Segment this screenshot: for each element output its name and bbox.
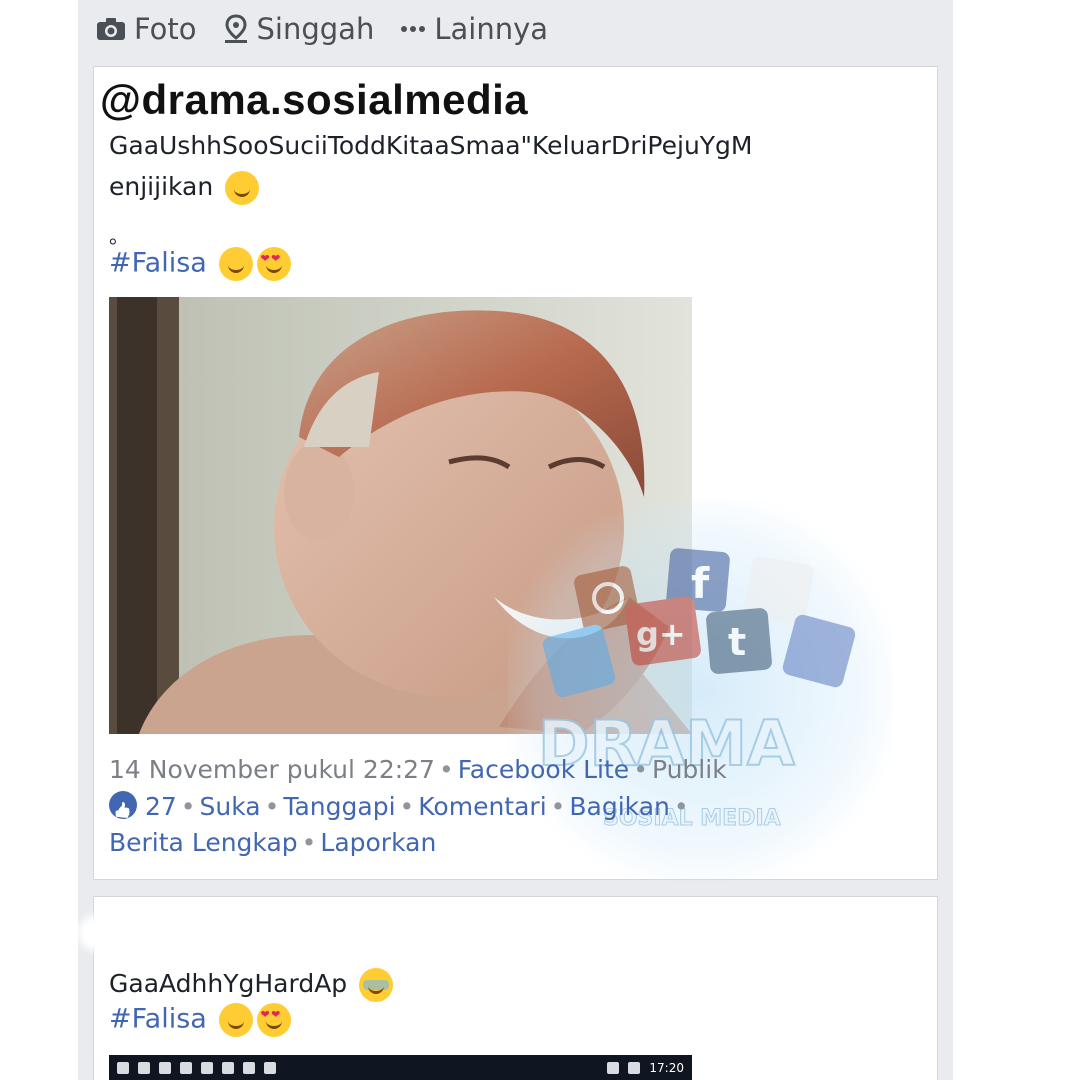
app-icon [243, 1061, 255, 1074]
like-count[interactable]: 27 [145, 792, 177, 821]
hashtag-text: #Falisa [109, 247, 207, 279]
kissing-face-emoji [219, 247, 254, 281]
whatsapp-icon [138, 1061, 150, 1074]
share-action[interactable]: Bagikan [569, 792, 670, 821]
blurred-author-name [78, 915, 268, 951]
smiling-face-emoji [225, 171, 260, 205]
photo-button[interactable]: Foto [96, 12, 197, 46]
checkin-label: Singgah [256, 12, 375, 46]
app-icon [264, 1061, 276, 1074]
photo-label: Foto [134, 12, 197, 46]
watermark-handle: @drama.sosialmedia [100, 76, 529, 123]
post-text-line: GaaUshhSooSuciiToddKitaaSmaa"KeluarDriPe… [109, 131, 753, 160]
status-clock: 17:20 [649, 1060, 684, 1075]
hashtag-link[interactable]: #Falisa [109, 1003, 292, 1037]
camera-icon [97, 18, 125, 40]
separator: • [399, 792, 415, 821]
post-video-thumbnail[interactable]: 17:20 [109, 1055, 692, 1080]
composer-bar: Foto Singgah Lainnya [78, 0, 953, 58]
more-label: Lainnya [434, 12, 549, 46]
post-photo[interactable] [109, 297, 692, 734]
kissing-face-emoji [219, 1003, 254, 1037]
comment-action[interactable]: Komentari [418, 792, 546, 821]
signal-icon [117, 1061, 129, 1074]
instagram-icon [222, 1061, 234, 1074]
report-action[interactable]: Laporkan [320, 828, 436, 857]
post-actions: 27•Suka•Tanggapi•Komentari•Bagikan• [109, 789, 693, 825]
privacy-label: Publik [651, 755, 727, 784]
separator: • [301, 828, 317, 857]
post-text-fragment: enjijikan [109, 172, 214, 201]
react-action[interactable]: Tanggapi [283, 792, 395, 821]
separator: • [633, 755, 648, 784]
tears-of-joy-emoji [359, 968, 394, 1002]
separator: • [264, 792, 280, 821]
post-timestamp[interactable]: 14 November pukul 22:27 [109, 755, 435, 784]
separator: • [550, 792, 566, 821]
instagram-icon [201, 1061, 213, 1074]
checkin-button[interactable]: Singgah [223, 12, 375, 46]
more-button[interactable]: Lainnya [400, 12, 548, 46]
photo-image [109, 297, 692, 734]
shield-icon [159, 1061, 171, 1074]
like-icon [109, 791, 137, 819]
post-meta: 14 November pukul 22:27 • Facebook Lite • Pu… [109, 752, 727, 788]
more-dots-icon [401, 26, 426, 32]
volume-icon [607, 1061, 620, 1074]
separator: • [438, 755, 454, 784]
hashtag-link[interactable]: #Falisa [109, 247, 292, 281]
message-icon [180, 1061, 192, 1074]
heart-eyes-emoji [257, 1003, 292, 1037]
battery-icon [628, 1061, 641, 1074]
via-link[interactable]: Facebook Lite [458, 755, 629, 784]
post-actions-continued: Berita Lengkap • Laporkan [109, 825, 436, 861]
post-text-fragment: GaaAdhhYgHardAp [109, 969, 348, 998]
separator: • [673, 792, 689, 821]
like-action[interactable]: Suka [200, 792, 261, 821]
hashtag-text: #Falisa [109, 1003, 207, 1035]
full-story-action[interactable]: Berita Lengkap [109, 828, 298, 857]
post-text-line: GaaAdhhYgHardAp [109, 964, 394, 1004]
heart-eyes-emoji [257, 247, 292, 281]
location-pin-icon [224, 14, 247, 43]
separator: • [180, 792, 196, 821]
post-text-line: enjijikan [109, 167, 260, 207]
